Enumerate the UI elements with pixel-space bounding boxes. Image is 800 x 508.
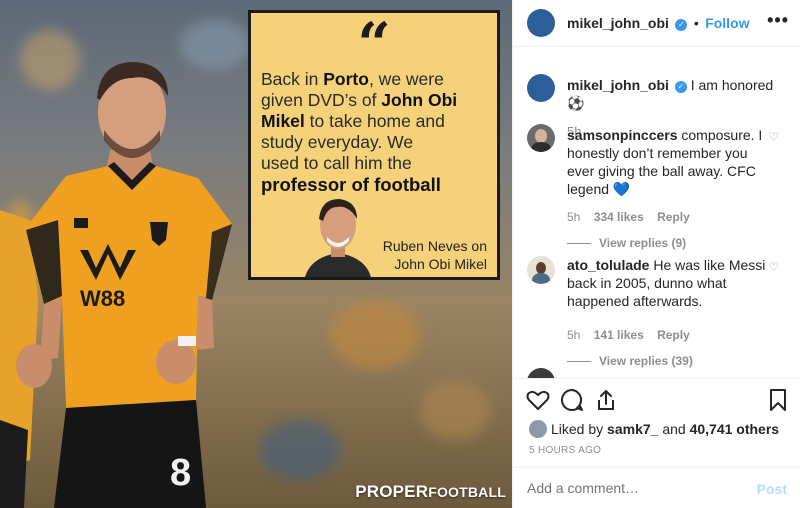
like-comment-icon[interactable]: ♡ [768, 130, 779, 144]
quote-line: used to call him the [261, 153, 412, 173]
quote-line: given DVD’s of John Obi [261, 90, 458, 110]
follow-button[interactable]: Follow [705, 15, 749, 31]
quote-attribution: Ruben Neves on John Obi Mikel [383, 237, 487, 273]
verified-badge-icon: ✓ [674, 81, 687, 93]
comment-author[interactable]: samsonpinccers [567, 127, 678, 143]
header-user: mikel_john_obi ✓ • Follow [567, 15, 750, 33]
comment-icon[interactable] [559, 387, 585, 413]
verified-badge-icon: ✓ [675, 19, 688, 31]
comment-author[interactable]: ato_tolulade [567, 257, 649, 273]
reply-button[interactable]: Reply [657, 328, 690, 342]
more-options-icon[interactable]: ••• [767, 10, 789, 31]
comment-time[interactable]: 5h [567, 210, 580, 224]
attribution-line: John Obi Mikel [394, 256, 487, 272]
quote-line: Mikel to take home and [261, 111, 445, 131]
comments-list[interactable]: mikel_john_obi ✓ I am honored ⚽ 5h samso… [513, 48, 800, 378]
comment: ato_tolulade He was like Messi back in 2… [567, 256, 767, 368]
share-icon[interactable] [593, 387, 619, 413]
view-replies-button[interactable]: View replies (39) [567, 354, 767, 368]
liked-by-user[interactable]: samk7_ [607, 421, 658, 437]
quote-line: study everyday. We [261, 132, 414, 152]
avatar[interactable] [527, 368, 555, 378]
shirt-number: 8 [170, 452, 192, 494]
comment-likes[interactable]: 334 likes [594, 210, 644, 224]
quote-line: Back in Porto, we were [261, 69, 444, 89]
brand-watermark: PROPERFOOTBALL [355, 482, 506, 501]
like-comment-icon[interactable]: ♡ [768, 260, 779, 274]
avatar[interactable] [529, 420, 547, 438]
reply-button[interactable]: Reply [657, 210, 690, 224]
avatar[interactable] [527, 256, 555, 284]
post-actions [513, 378, 800, 422]
post-button[interactable]: Post [757, 481, 787, 497]
author-username[interactable]: mikel_john_obi [567, 15, 669, 31]
caption-author[interactable]: mikel_john_obi [567, 77, 669, 93]
heart-icon[interactable] [525, 387, 551, 413]
view-replies-button[interactable]: View replies (9) [567, 236, 767, 250]
post-timestamp[interactable]: 5 HOURS AGO [529, 445, 601, 456]
comment: samsonpinccers composure. I honestly don… [567, 126, 767, 250]
likes-summary: Liked by samk7_ and 40,741 others [529, 420, 779, 438]
quote-portrait [305, 199, 371, 277]
post-image[interactable]: W88 8 “ Back in Porto, we were given DVD… [0, 0, 512, 508]
post-side-panel: mikel_john_obi ✓ • Follow ••• mikel_john… [512, 0, 800, 508]
quote-text: Back in Porto, we were given DVD’s of Jo… [261, 69, 487, 195]
bookmark-icon[interactable] [765, 387, 791, 413]
post-header: mikel_john_obi ✓ • Follow ••• [513, 0, 800, 47]
shirt-sponsor: W88 [80, 286, 126, 311]
avatar[interactable] [527, 124, 555, 152]
quote-mark: “ [357, 10, 391, 78]
quote-card: “ Back in Porto, we were given DVD’s of … [248, 10, 500, 280]
comment-composer: Post [513, 467, 800, 508]
comment-input[interactable] [527, 480, 747, 496]
separator-dot: • [693, 15, 699, 31]
avatar[interactable] [527, 74, 555, 102]
comment-likes[interactable]: 141 likes [594, 328, 644, 342]
comment-time[interactable]: 5h [567, 328, 580, 342]
avatar[interactable] [527, 9, 555, 37]
attribution-line: Ruben Neves on [382, 238, 487, 254]
likes-count[interactable]: 40,741 others [690, 421, 780, 437]
